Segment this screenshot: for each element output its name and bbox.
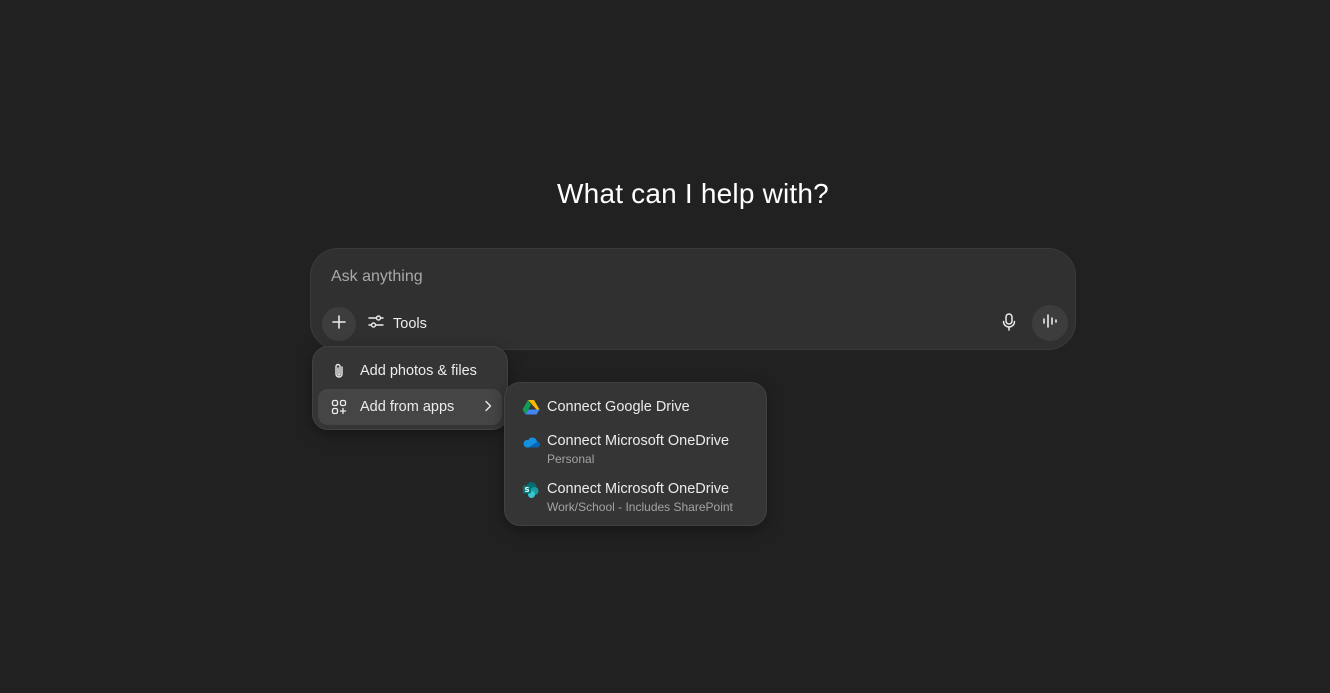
menu-item-add-photos-files[interactable]: Add photos & files	[318, 353, 502, 389]
voice-mode-button[interactable]	[1032, 305, 1068, 341]
google-drive-icon	[522, 398, 540, 416]
composer: Tools	[310, 248, 1076, 350]
plus-icon	[331, 314, 347, 335]
submenu-item-title: Connect Microsoft OneDrive	[547, 433, 730, 449]
page: What can I help with? Tools	[0, 0, 1330, 693]
page-title: What can I help with?	[557, 178, 829, 209]
submenu-item-subtitle: Personal	[547, 452, 595, 466]
sharepoint-icon: S	[522, 481, 540, 499]
menu-item-add-from-apps[interactable]: Add from apps	[318, 389, 502, 425]
attachment-menu: Add photos & files Add from apps	[312, 346, 508, 430]
tools-label: Tools	[393, 316, 427, 332]
menu-item-label: Add from apps	[360, 399, 455, 415]
submenu-item-subtitle: Work/School - Includes SharePoint	[547, 500, 733, 514]
prompt-input[interactable]	[331, 266, 1031, 288]
chevron-right-icon	[484, 400, 492, 416]
paperclip-icon	[330, 362, 348, 380]
apps-submenu: Connect Google Drive Connect Microsoft O…	[504, 382, 767, 526]
waveform-icon	[1041, 313, 1059, 334]
menu-item-label: Add photos & files	[360, 363, 477, 379]
submenu-item-title: Connect Microsoft OneDrive	[547, 481, 730, 497]
submenu-item-google-drive[interactable]: Connect Google Drive	[511, 398, 761, 416]
onedrive-icon	[522, 433, 540, 451]
tools-button[interactable]: Tools	[363, 309, 433, 339]
add-attachment-button[interactable]	[322, 307, 356, 341]
svg-text:S: S	[524, 486, 529, 494]
submenu-item-title: Connect Google Drive	[547, 399, 690, 415]
sliders-icon	[367, 313, 385, 335]
apps-icon	[330, 398, 348, 416]
dictate-button[interactable]	[995, 307, 1023, 341]
microphone-icon	[1001, 312, 1017, 337]
submenu-item-onedrive-personal[interactable]: Connect Microsoft OneDrive Personal	[511, 432, 761, 467]
submenu-item-onedrive-work[interactable]: S Connect Microsoft OneDrive Work/School…	[511, 480, 761, 515]
